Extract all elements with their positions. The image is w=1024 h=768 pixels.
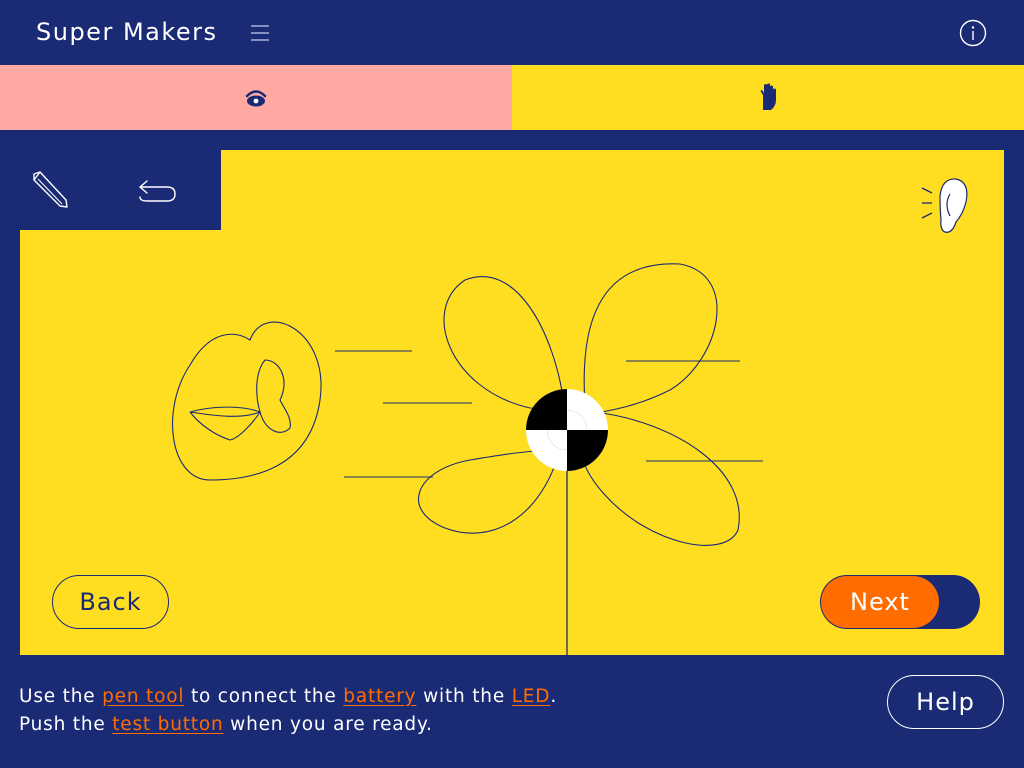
toolbox xyxy=(20,150,221,230)
header-bar: Super Makers xyxy=(0,0,1024,65)
hand-icon xyxy=(760,83,776,110)
back-button[interactable]: Back xyxy=(52,575,169,629)
petal-top-left xyxy=(443,276,566,411)
petal-top-right xyxy=(583,263,718,416)
instructions: Use the pen tool to connect the battery … xyxy=(19,683,557,739)
drawing-canvas[interactable]: Back Next xyxy=(20,150,1004,655)
instruction-text: when you are ready. xyxy=(230,714,433,735)
tab-touch[interactable] xyxy=(512,65,1024,130)
app-title: Super Makers xyxy=(36,18,218,46)
instruction-text: . xyxy=(550,686,558,707)
pen-tool-link[interactable]: pen tool xyxy=(102,686,184,707)
battery-link[interactable]: battery xyxy=(343,686,416,707)
instruction-line-1: Use the pen tool to connect the battery … xyxy=(19,683,557,711)
mode-tabs xyxy=(0,65,1024,130)
info-icon[interactable] xyxy=(958,18,988,48)
instruction-text: Use the xyxy=(19,686,96,707)
instruction-text: Push the xyxy=(19,714,106,735)
undo-tool-button[interactable] xyxy=(127,160,187,220)
next-button-label: Next xyxy=(821,576,939,628)
test-target xyxy=(526,389,608,471)
led-link[interactable]: LED xyxy=(512,686,551,707)
pen-tool-button[interactable] xyxy=(20,160,80,220)
undo-icon xyxy=(139,180,176,202)
hamburger-menu-icon[interactable] xyxy=(248,21,272,45)
petal-bottom-left xyxy=(418,449,561,534)
test-button-link[interactable]: test button xyxy=(112,714,223,735)
app: Super Makers Back Next Use the pen tool … xyxy=(0,0,1024,768)
help-button[interactable]: Help xyxy=(887,675,1004,729)
instruction-text: with the xyxy=(423,686,505,707)
instruction-line-2: Push the test button when you are ready. xyxy=(19,711,557,739)
tab-see[interactable] xyxy=(0,65,512,130)
next-button[interactable]: Next xyxy=(820,575,980,629)
ear-sound-icon[interactable] xyxy=(918,174,974,238)
eye-icon xyxy=(245,89,267,106)
pencil-icon xyxy=(33,171,68,208)
instruction-text: to connect the xyxy=(190,686,337,707)
fan-blades xyxy=(189,359,291,441)
fan-doodle xyxy=(172,321,322,481)
